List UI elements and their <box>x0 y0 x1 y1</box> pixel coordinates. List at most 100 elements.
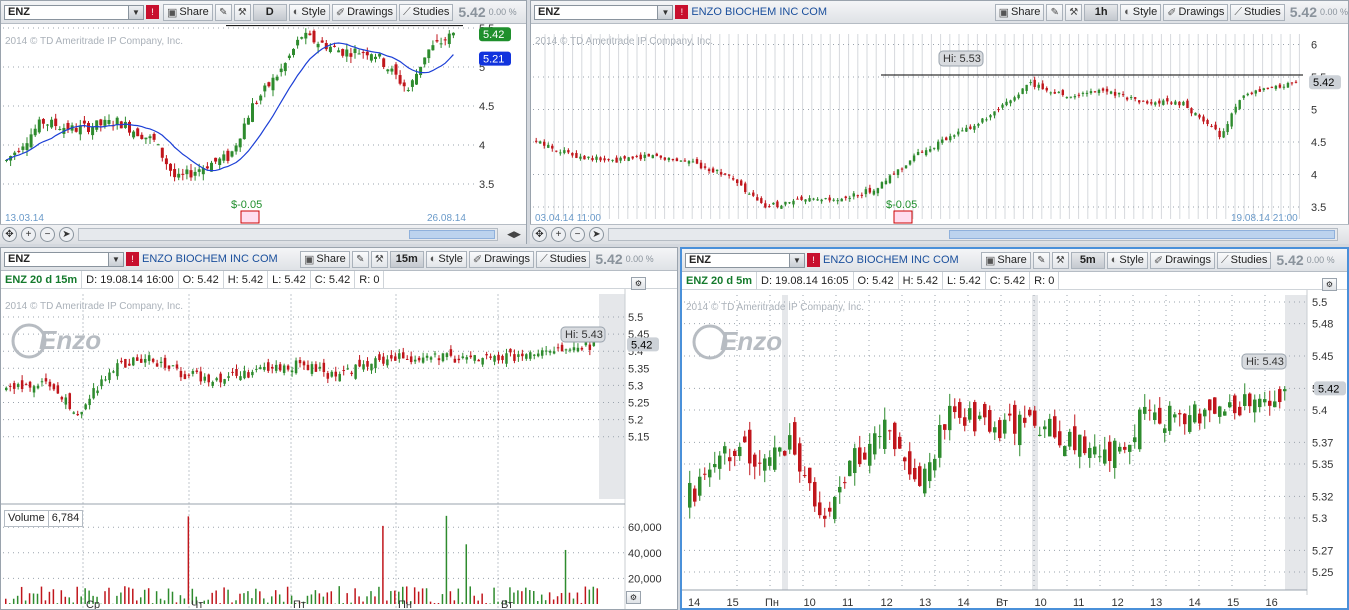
candle-body <box>76 413 79 416</box>
wrench-icon[interactable]: ⚒ <box>1051 251 1069 269</box>
timeframe-button[interactable]: D <box>252 3 287 21</box>
candle-body <box>965 127 968 132</box>
candle-body <box>308 33 312 36</box>
tools-icon[interactable]: ✎ <box>214 3 232 21</box>
daily-price-chart[interactable]: 2014 © TD Ameritrade IP Company, Inc.5.5… <box>1 24 527 224</box>
tools-icon[interactable]: ✎ <box>351 250 369 268</box>
chart-scrollbar[interactable] <box>78 228 498 241</box>
style-button[interactable]: ◐ Style <box>1106 251 1148 269</box>
wrench-icon[interactable]: ⚒ <box>370 250 388 268</box>
drawings-button[interactable]: ✐ Drawings <box>331 3 397 21</box>
chevron-down-icon[interactable]: ▼ <box>128 5 143 19</box>
candle-body <box>1143 406 1147 414</box>
zoom-out-icon[interactable]: − <box>570 227 585 242</box>
pan-icon[interactable]: ✥ <box>2 227 17 242</box>
info-range: R: 0 <box>1030 272 1060 289</box>
zoom-in-icon[interactable]: + <box>21 227 36 242</box>
volume-bar <box>147 588 150 604</box>
symbol-input[interactable]: ENZ ▼ <box>4 251 124 267</box>
candle-body <box>427 49 431 59</box>
alert-flag-icon[interactable]: ! <box>126 252 139 266</box>
volume-bar <box>44 600 47 604</box>
hourly-price-chart[interactable]: 2014 © TD Ameritrade IP Company, Inc. 6 5.… <box>531 24 1349 224</box>
candle-body <box>46 124 49 126</box>
share-button[interactable]: ▣ Share <box>300 250 350 268</box>
candle-body <box>556 347 560 349</box>
volume-label: Volume <box>4 509 49 527</box>
drawings-button[interactable]: ✐ Drawings <box>1149 251 1215 269</box>
drawings-button[interactable]: ✐ Drawings <box>1163 3 1229 21</box>
style-button[interactable]: ◐ Style <box>425 250 467 268</box>
style-button[interactable]: ◐ Style <box>1120 3 1162 21</box>
candle-body <box>539 141 542 144</box>
volume-bar <box>572 598 575 604</box>
tools-icon[interactable]: ✎ <box>1046 3 1064 21</box>
candle-body <box>913 467 917 480</box>
chart-scrollbar[interactable] <box>608 228 1338 241</box>
x-tick-label: 15 <box>1227 597 1239 609</box>
alert-flag-icon[interactable]: ! <box>807 253 820 267</box>
timeframe-button[interactable]: 15m <box>389 250 424 268</box>
candle-body <box>823 515 827 519</box>
volume-bar <box>60 590 63 604</box>
candle-body <box>124 359 127 368</box>
studies-button[interactable]: ⟋ Studies <box>1230 3 1285 21</box>
cursor-icon[interactable]: ➤ <box>589 227 604 242</box>
15min-price-chart[interactable]: 2014 © TD Ameritrade IP Company, Inc. Enz… <box>1 289 678 610</box>
candle-body <box>1129 97 1133 99</box>
share-button[interactable]: ▣ Share <box>163 3 213 21</box>
scrollbar-thumb[interactable] <box>409 230 495 239</box>
candle-body <box>584 342 588 346</box>
candle-body <box>699 162 703 169</box>
settings-icon[interactable]: ⚙ <box>626 591 641 604</box>
style-button[interactable]: ◐ Style <box>288 3 330 21</box>
candle-body <box>394 356 397 361</box>
symbol-input[interactable]: ENZ ▼ <box>685 252 805 268</box>
candle-body <box>143 358 147 363</box>
candle-body <box>1105 88 1109 92</box>
symbol-input[interactable]: ENZ ▼ <box>4 4 144 20</box>
candle-body <box>998 420 1002 439</box>
5min-price-chart[interactable]: 2014 © TD Ameritrade IP Company, Inc. Enz… <box>682 290 1347 610</box>
candle-body <box>287 55 291 59</box>
studies-button[interactable]: ⟋ Studies <box>535 250 591 268</box>
drawings-button[interactable]: ✐ Drawings <box>468 250 534 268</box>
candle-body <box>185 169 189 175</box>
info-high: H: 5.42 <box>224 271 269 288</box>
symbol-input[interactable]: ENZ ▼ <box>534 4 674 20</box>
candle-body <box>100 379 103 387</box>
scroll-arrows-icon[interactable]: ◀▶ <box>504 228 524 241</box>
volume-bar <box>278 594 281 604</box>
volume-bar <box>362 601 364 604</box>
candle-body <box>1118 446 1122 452</box>
zoom-out-icon[interactable]: − <box>40 227 55 242</box>
cursor-icon[interactable]: ➤ <box>59 227 74 242</box>
candle-body <box>1190 108 1193 114</box>
alert-flag-icon[interactable]: ! <box>146 5 159 19</box>
chevron-down-icon[interactable]: ▼ <box>657 5 673 19</box>
volume-bar <box>322 596 325 604</box>
candle-body <box>864 189 868 195</box>
volume-bar <box>366 596 368 604</box>
candle-body <box>1262 88 1266 91</box>
candle-body <box>160 147 164 158</box>
candle-body <box>1109 91 1113 94</box>
alert-flag-icon[interactable]: ! <box>675 5 689 19</box>
chevron-down-icon[interactable]: ▼ <box>108 252 123 266</box>
pan-icon[interactable]: ✥ <box>532 227 547 242</box>
scrollbar-thumb[interactable] <box>949 230 1335 239</box>
volume-bar <box>350 602 352 604</box>
studies-button[interactable]: ⟋ Studies <box>1216 251 1272 269</box>
candle-body <box>278 364 282 371</box>
wrench-icon[interactable]: ⚒ <box>233 3 251 21</box>
studies-button[interactable]: ⟋ Studies <box>398 3 454 21</box>
share-button[interactable]: ▣ Share <box>994 3 1045 21</box>
share-button[interactable]: ▣ Share <box>981 251 1031 269</box>
candle-body <box>1183 413 1187 425</box>
timeframe-button[interactable]: 1h <box>1084 3 1119 21</box>
timeframe-button[interactable]: 5m <box>1070 251 1105 269</box>
chevron-down-icon[interactable]: ▼ <box>789 253 804 267</box>
tools-icon[interactable]: ✎ <box>1032 251 1050 269</box>
zoom-in-icon[interactable]: + <box>551 227 566 242</box>
wrench-icon[interactable]: ⚒ <box>1065 3 1083 21</box>
